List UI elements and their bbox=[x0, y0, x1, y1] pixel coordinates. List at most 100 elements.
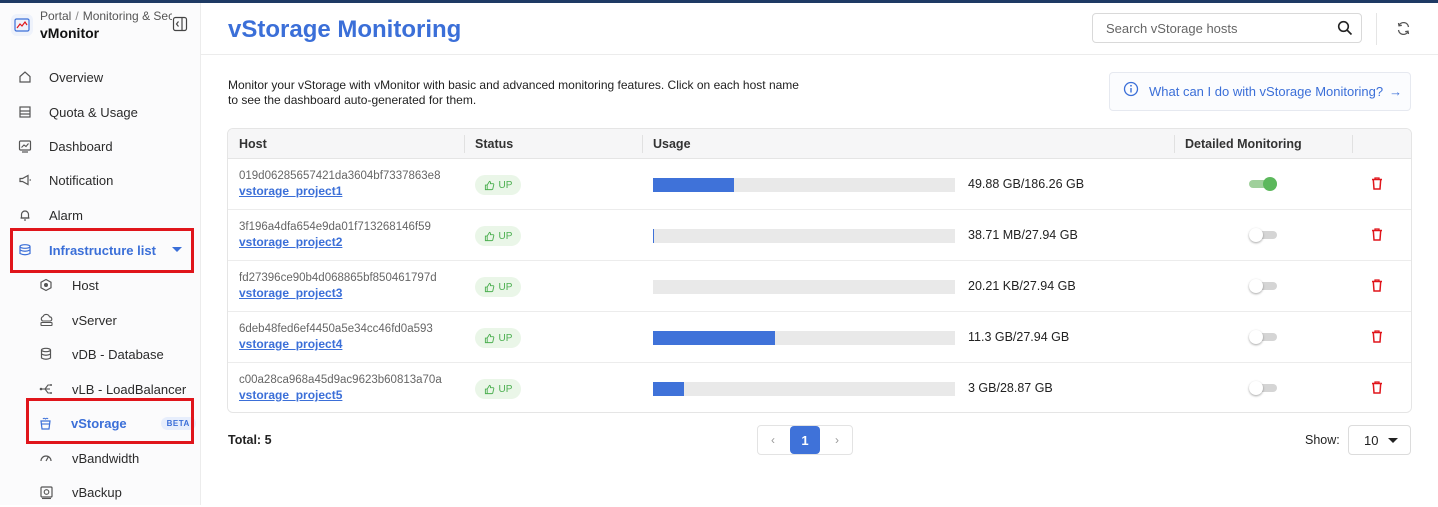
sidebar-item-label: vLB - LoadBalancer bbox=[72, 381, 187, 397]
page-size-select[interactable]: 10 bbox=[1348, 425, 1411, 455]
sidebar-item-label: vBandwidth bbox=[72, 450, 140, 466]
usage-bar bbox=[653, 382, 955, 396]
delete-icon[interactable] bbox=[1370, 227, 1384, 247]
help-link-box[interactable]: What can I do with vStorage Monitoring? … bbox=[1109, 72, 1411, 111]
table-row: c00a28ca968a45d9ac9623b60813a70a vstorag… bbox=[228, 363, 1411, 412]
page-description: Monitor your vStorage with vMonitor with… bbox=[228, 78, 799, 107]
toggle-knob bbox=[1249, 228, 1263, 242]
host-id: fd27396ce90b4d068865bf850461797d bbox=[239, 272, 437, 284]
sidebar-subitem-vlb[interactable]: vLB - LoadBalancer bbox=[12, 374, 194, 404]
thumbs-up-icon bbox=[484, 333, 494, 343]
brand-area: Portal/Monitoring & Security vMonitor bbox=[10, 7, 196, 43]
breadcrumb-portal[interactable]: Portal bbox=[40, 9, 71, 23]
help-link[interactable]: What can I do with vStorage Monitoring? bbox=[1149, 84, 1383, 99]
status-badge: UP bbox=[475, 175, 521, 195]
usage-bar-fill bbox=[653, 178, 734, 192]
search-input[interactable] bbox=[1093, 14, 1333, 42]
host-name-link[interactable]: vstorage_project3 bbox=[239, 286, 342, 300]
quota-icon bbox=[17, 104, 33, 120]
delete-icon[interactable] bbox=[1370, 380, 1384, 400]
total-count: Total: 5 bbox=[228, 433, 272, 447]
column-usage: Usage bbox=[653, 137, 691, 151]
page-size-label: Show: bbox=[1305, 433, 1340, 447]
detailed-monitoring-toggle[interactable] bbox=[1249, 177, 1279, 191]
sidebar-item-notification[interactable]: Notification bbox=[12, 165, 194, 195]
sidebar-item-label: Alarm bbox=[49, 207, 83, 223]
arrow-right-icon: → bbox=[1389, 84, 1403, 99]
toggle-knob bbox=[1249, 381, 1263, 395]
refresh-icon[interactable] bbox=[1396, 21, 1411, 41]
usage-bar-fill bbox=[653, 229, 654, 243]
delete-icon[interactable] bbox=[1370, 176, 1384, 196]
usage-bar-fill bbox=[653, 331, 775, 345]
beta-badge: BETA bbox=[160, 416, 196, 430]
detailed-monitoring-toggle[interactable] bbox=[1249, 381, 1279, 395]
sidebar-subitem-host[interactable]: Host bbox=[12, 270, 194, 300]
dashboard-icon bbox=[17, 138, 33, 154]
host-name-link[interactable]: vstorage_project1 bbox=[239, 184, 342, 198]
gauge-icon bbox=[38, 450, 54, 466]
thumbs-up-icon bbox=[484, 231, 494, 241]
sidebar-subitem-vstorage[interactable]: vStorage BETA bbox=[12, 408, 196, 438]
sidebar-item-infrastructure-list[interactable]: Infrastructure list bbox=[12, 235, 194, 265]
usage-text: 38.71 MB/27.94 GB bbox=[968, 228, 1078, 242]
sidebar-item-dashboard[interactable]: Dashboard bbox=[12, 131, 194, 161]
table-row: fd27396ce90b4d068865bf850461797d vstorag… bbox=[228, 261, 1411, 312]
header-divider bbox=[1376, 13, 1377, 45]
pagination: ‹ 1 › bbox=[757, 425, 853, 455]
bell-icon bbox=[17, 207, 33, 223]
hexagon-icon bbox=[38, 277, 54, 293]
status-text: UP bbox=[498, 332, 513, 344]
table-row: 3f196a4dfa654e9da01f713268146f59 vstorag… bbox=[228, 210, 1411, 261]
collapse-sidebar-icon[interactable] bbox=[172, 16, 188, 32]
chevron-down-icon bbox=[1388, 438, 1398, 443]
sidebar-item-quota-usage[interactable]: Quota & Usage bbox=[12, 97, 194, 127]
breadcrumb-monitoring[interactable]: Monitoring & Security bbox=[83, 9, 172, 23]
host-name-link[interactable]: vstorage_project5 bbox=[239, 388, 342, 402]
usage-bar bbox=[653, 331, 955, 345]
page-button-current[interactable]: 1 bbox=[790, 426, 820, 454]
status-badge: UP bbox=[475, 226, 521, 246]
status-badge: UP bbox=[475, 277, 521, 297]
home-icon bbox=[17, 69, 33, 85]
vmonitor-logo-icon bbox=[11, 14, 33, 36]
search-icon[interactable] bbox=[1337, 20, 1353, 41]
sidebar-item-label: Dashboard bbox=[49, 138, 113, 154]
backup-icon bbox=[38, 484, 54, 500]
usage-bar bbox=[653, 280, 955, 294]
chevron-right-icon[interactable]: › bbox=[822, 426, 852, 454]
column-actions bbox=[1352, 129, 1363, 159]
page-title: vStorage Monitoring bbox=[228, 16, 462, 43]
status-badge: UP bbox=[475, 379, 521, 399]
sidebar-subitem-vbackup[interactable]: vBackup bbox=[12, 477, 194, 507]
status-text: UP bbox=[498, 281, 513, 293]
sidebar-subitem-vdb[interactable]: vDB - Database bbox=[12, 339, 194, 369]
detailed-monitoring-toggle[interactable] bbox=[1249, 279, 1279, 293]
delete-icon[interactable] bbox=[1370, 278, 1384, 298]
host-name-link[interactable]: vstorage_project2 bbox=[239, 235, 342, 249]
delete-icon[interactable] bbox=[1370, 329, 1384, 349]
thumbs-up-icon bbox=[484, 282, 494, 292]
search-box[interactable] bbox=[1092, 13, 1362, 43]
thumbs-up-icon bbox=[484, 180, 494, 190]
chevron-left-icon[interactable]: ‹ bbox=[758, 426, 788, 454]
host-name-link[interactable]: vstorage_project4 bbox=[239, 337, 342, 351]
detailed-monitoring-toggle[interactable] bbox=[1249, 228, 1279, 242]
loadbalancer-icon bbox=[38, 381, 54, 397]
sidebar-item-alarm[interactable]: Alarm bbox=[12, 200, 194, 230]
thumbs-up-icon bbox=[484, 384, 494, 394]
cloud-server-icon bbox=[38, 312, 54, 328]
detailed-monitoring-toggle[interactable] bbox=[1249, 330, 1279, 344]
sidebar-subitem-vbandwidth[interactable]: vBandwidth bbox=[12, 443, 194, 473]
sidebar-subitem-vserver[interactable]: vServer bbox=[12, 305, 194, 335]
sidebar-item-overview[interactable]: Overview bbox=[12, 62, 194, 92]
host-id: 3f196a4dfa654e9da01f713268146f59 bbox=[239, 221, 431, 233]
chevron-down-icon bbox=[172, 247, 182, 252]
usage-bar-fill bbox=[653, 382, 684, 396]
info-icon bbox=[1123, 81, 1139, 102]
usage-text: 49.88 GB/186.26 GB bbox=[968, 177, 1085, 191]
usage-text: 3 GB/28.87 GB bbox=[968, 381, 1053, 395]
toggle-knob bbox=[1249, 330, 1263, 344]
table-row: 6deb48fed6ef4450a5e34cc46fd0a593 vstorag… bbox=[228, 312, 1411, 363]
host-id: 019d06285657421da3604bf7337863e8 bbox=[239, 170, 441, 182]
